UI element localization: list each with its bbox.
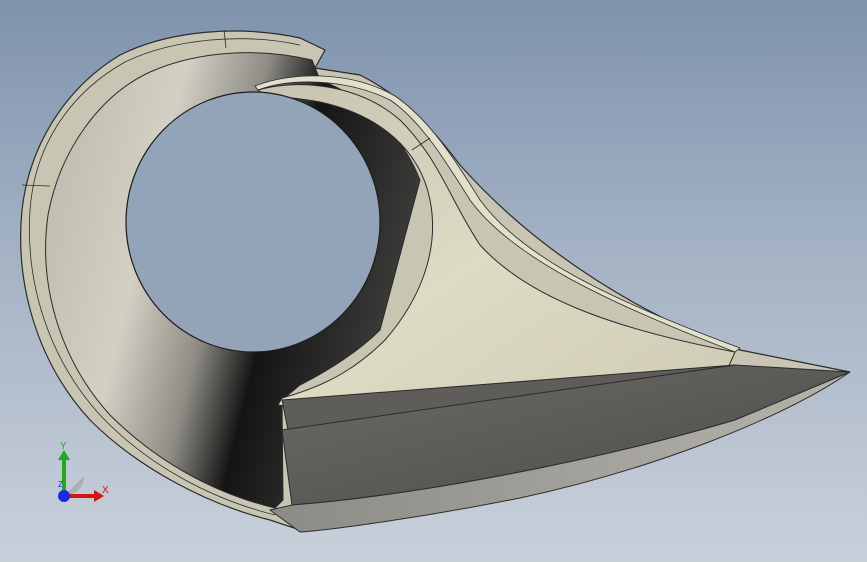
x-axis-label: X (102, 485, 109, 496)
z-axis-label: Z (58, 480, 63, 489)
center-bore-hole (125, 91, 381, 353)
triad-arrows-icon (58, 450, 104, 502)
3d-part-model[interactable] (0, 0, 867, 562)
y-axis-label: Y (60, 441, 67, 452)
coordinate-triad: Y X Z (40, 438, 120, 518)
graphics-viewport[interactable]: Y X Z (0, 0, 867, 562)
